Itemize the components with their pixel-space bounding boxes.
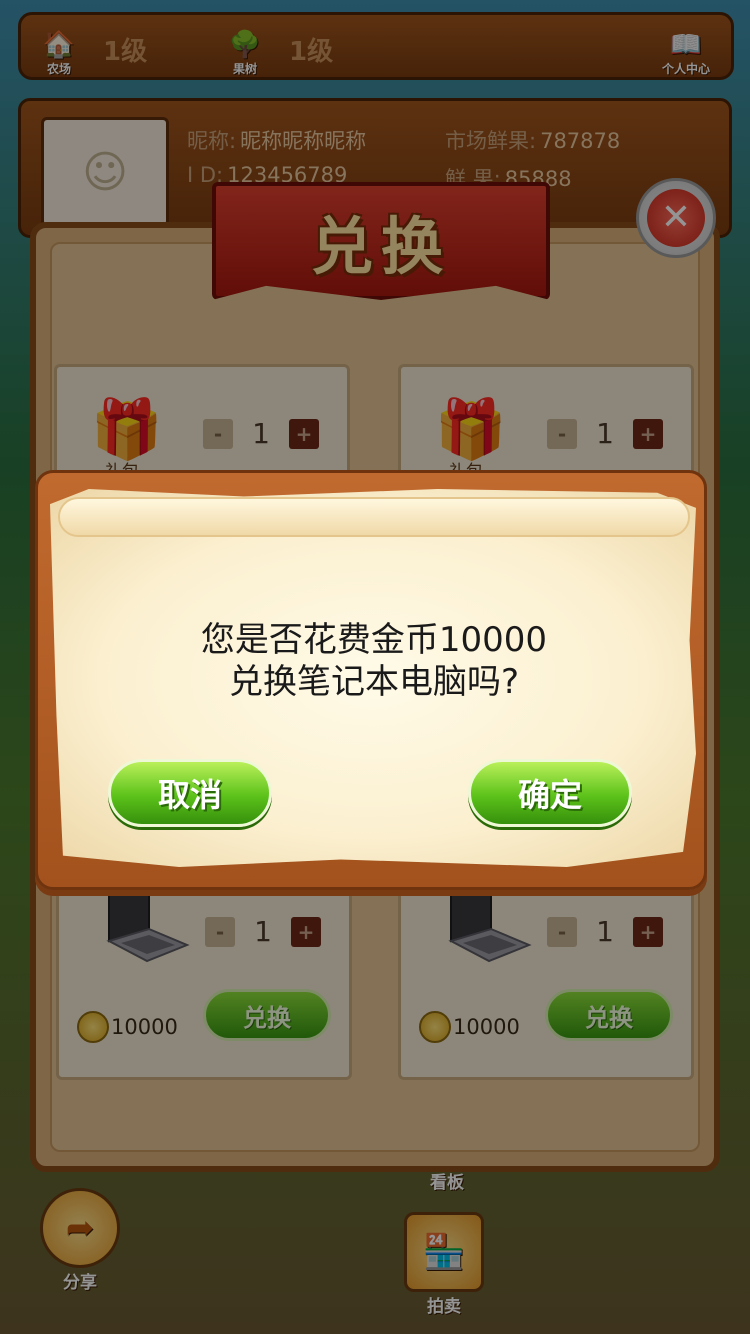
cancel-button[interactable]: 取消 — [108, 759, 272, 827]
dialog-message-line-2: 兑换笔记本电脑吗? — [228, 662, 520, 702]
confirm-dialog: 您是否花费金币10000 兑换笔记本电脑吗? 取消 确定 — [35, 470, 707, 890]
scroll-roll — [58, 497, 690, 537]
confirm-button[interactable]: 确定 — [468, 759, 632, 827]
dialog-message-line-1: 您是否花费金币10000 — [200, 620, 548, 660]
